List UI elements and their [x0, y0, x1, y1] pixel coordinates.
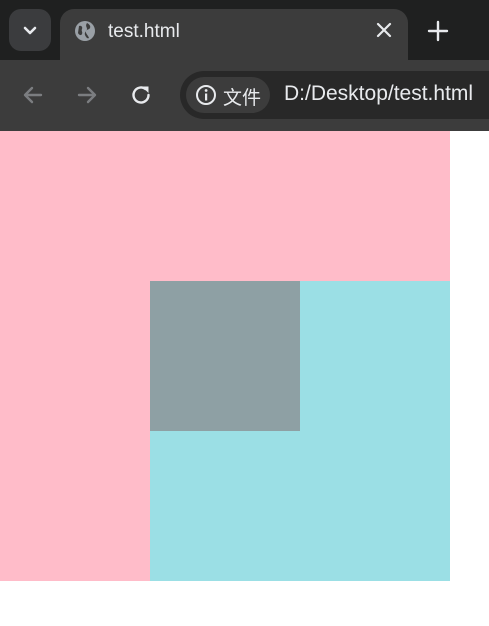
forward-arrow-icon[interactable]: [74, 82, 100, 108]
browser-toolbar: 文件 D:/Desktop/test.html: [0, 60, 489, 131]
tab-search-button[interactable]: [9, 9, 51, 51]
info-icon: [196, 85, 216, 105]
address-bar[interactable]: 文件 D:/Desktop/test.html: [180, 71, 489, 119]
site-info-button[interactable]: 文件: [186, 77, 270, 113]
site-info-label: 文件: [223, 87, 262, 109]
gray-box: [150, 281, 300, 431]
plus-icon[interactable]: [424, 17, 452, 45]
close-icon[interactable]: [374, 20, 394, 40]
back-arrow-icon[interactable]: [20, 82, 46, 108]
chevron-down-icon: [23, 26, 37, 35]
page-viewport: [0, 131, 489, 626]
active-tab[interactable]: test.html: [60, 9, 408, 60]
globe-icon: [75, 21, 95, 41]
tab-title: test.html: [108, 21, 180, 42]
reload-icon[interactable]: [128, 82, 154, 108]
url-text[interactable]: D:/Desktop/test.html: [284, 82, 473, 106]
tab-strip: test.html: [0, 0, 489, 60]
